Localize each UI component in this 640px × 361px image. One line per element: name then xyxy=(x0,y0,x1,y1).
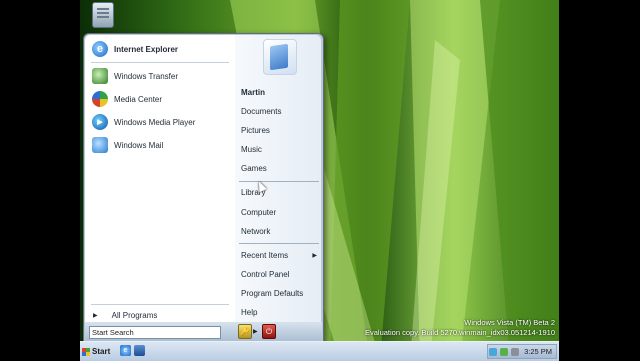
places-item-music[interactable]: Music xyxy=(241,140,319,158)
network-icon[interactable] xyxy=(489,347,498,356)
places-label: Music xyxy=(241,144,262,154)
start-menu-places-pane: Martin Documents Pictures Music Games Li… xyxy=(235,35,321,322)
pinned-separator xyxy=(91,62,229,63)
all-programs-separator xyxy=(91,304,229,305)
places-item-control-panel[interactable]: Control Panel xyxy=(241,265,319,283)
places-item-library[interactable]: Library xyxy=(241,183,319,201)
start-button[interactable]: Start xyxy=(82,344,112,359)
program-windows-media-player[interactable]: Windows Media Player xyxy=(89,111,232,133)
program-label: Windows Media Player xyxy=(114,117,196,127)
lock-options-arrow-icon[interactable]: ▶ xyxy=(253,328,258,335)
system-tray: 3:25 PM xyxy=(487,344,557,359)
places-item-games[interactable]: Games xyxy=(241,159,319,177)
program-label: Internet Explorer xyxy=(114,44,179,54)
all-programs-button[interactable]: ▶ All Programs xyxy=(91,308,231,322)
places-item-user[interactable]: Martin xyxy=(241,83,319,101)
watermark-line-1: Windows Vista (TM) Beta 2 xyxy=(464,318,555,327)
build-watermark: Windows Vista (TM) Beta 2 Evaluation cop… xyxy=(365,318,555,338)
watermark-line-2: Evaluation copy. Build 5270.winmain_idx0… xyxy=(365,328,555,337)
places-label: Pictures xyxy=(241,125,270,135)
user-picture[interactable] xyxy=(263,39,297,75)
places-label: Martin xyxy=(241,87,265,97)
search-placeholder: Start Search xyxy=(92,328,134,337)
windows-transfer-icon xyxy=(92,68,108,84)
power-icon: ⏻ xyxy=(265,326,273,336)
places-item-help[interactable]: Help xyxy=(241,303,319,321)
places-separator xyxy=(239,243,319,244)
media-player-icon xyxy=(92,114,108,130)
power-button[interactable]: ⏻ xyxy=(262,324,276,339)
windows-mail-icon xyxy=(92,137,108,153)
places-label: Control Panel xyxy=(241,269,290,279)
places-label: Computer xyxy=(241,207,277,217)
program-label: Media Center xyxy=(114,94,163,104)
places-item-computer[interactable]: Computer xyxy=(241,203,319,221)
windows-flag-icon xyxy=(82,347,90,356)
places-label: Games xyxy=(241,163,267,173)
internet-explorer-icon xyxy=(92,41,108,57)
taskbar: Start e 3:25 PM xyxy=(80,341,559,361)
start-search-input[interactable]: Start Search xyxy=(89,326,221,339)
places-item-program-defaults[interactable]: Program Defaults xyxy=(241,284,319,302)
folder-icon xyxy=(270,43,288,71)
submenu-arrow-icon: ▶ xyxy=(312,252,317,259)
arrow-right-icon: ▶ xyxy=(93,312,98,319)
clock[interactable]: 3:25 PM xyxy=(524,347,552,356)
media-center-icon xyxy=(92,91,108,107)
places-item-pictures[interactable]: Pictures xyxy=(241,121,319,139)
places-label: Program Defaults xyxy=(241,288,304,298)
search-bar-row: Start Search 🔑 ▶ ⏻ xyxy=(85,322,322,342)
quicklaunch-internet-explorer-icon[interactable]: e xyxy=(120,345,131,356)
program-internet-explorer[interactable]: Internet Explorer xyxy=(89,38,232,60)
places-item-recent-items[interactable]: Recent Items ▶ xyxy=(241,246,319,264)
places-item-documents[interactable]: Documents xyxy=(241,102,319,120)
start-menu-programs-pane: Internet Explorer Windows Transfer Media… xyxy=(85,35,235,322)
places-label: Documents xyxy=(241,106,282,116)
lock-icon: 🔑 xyxy=(240,327,250,336)
places-label: Help xyxy=(241,307,258,317)
program-windows-mail[interactable]: Windows Mail xyxy=(89,134,232,156)
places-item-network[interactable]: Network xyxy=(241,222,319,240)
places-label: Recent Items xyxy=(241,250,289,260)
program-windows-transfer[interactable]: Windows Transfer xyxy=(89,65,232,87)
start-label: Start xyxy=(92,347,111,356)
places-label: Network xyxy=(241,226,271,236)
program-label: Windows Transfer xyxy=(114,71,179,81)
recycle-bin-icon[interactable] xyxy=(92,2,114,28)
all-programs-label: All Programs xyxy=(111,310,158,320)
program-media-center[interactable]: Media Center xyxy=(89,88,232,110)
start-menu: Internet Explorer Windows Transfer Media… xyxy=(83,33,324,344)
program-label: Windows Mail xyxy=(114,140,164,150)
volume-icon[interactable] xyxy=(511,347,520,356)
lock-button[interactable]: 🔑 xyxy=(238,324,252,339)
security-icon[interactable] xyxy=(500,347,509,356)
quicklaunch-show-desktop-icon[interactable] xyxy=(134,345,145,356)
places-separator xyxy=(239,181,319,182)
